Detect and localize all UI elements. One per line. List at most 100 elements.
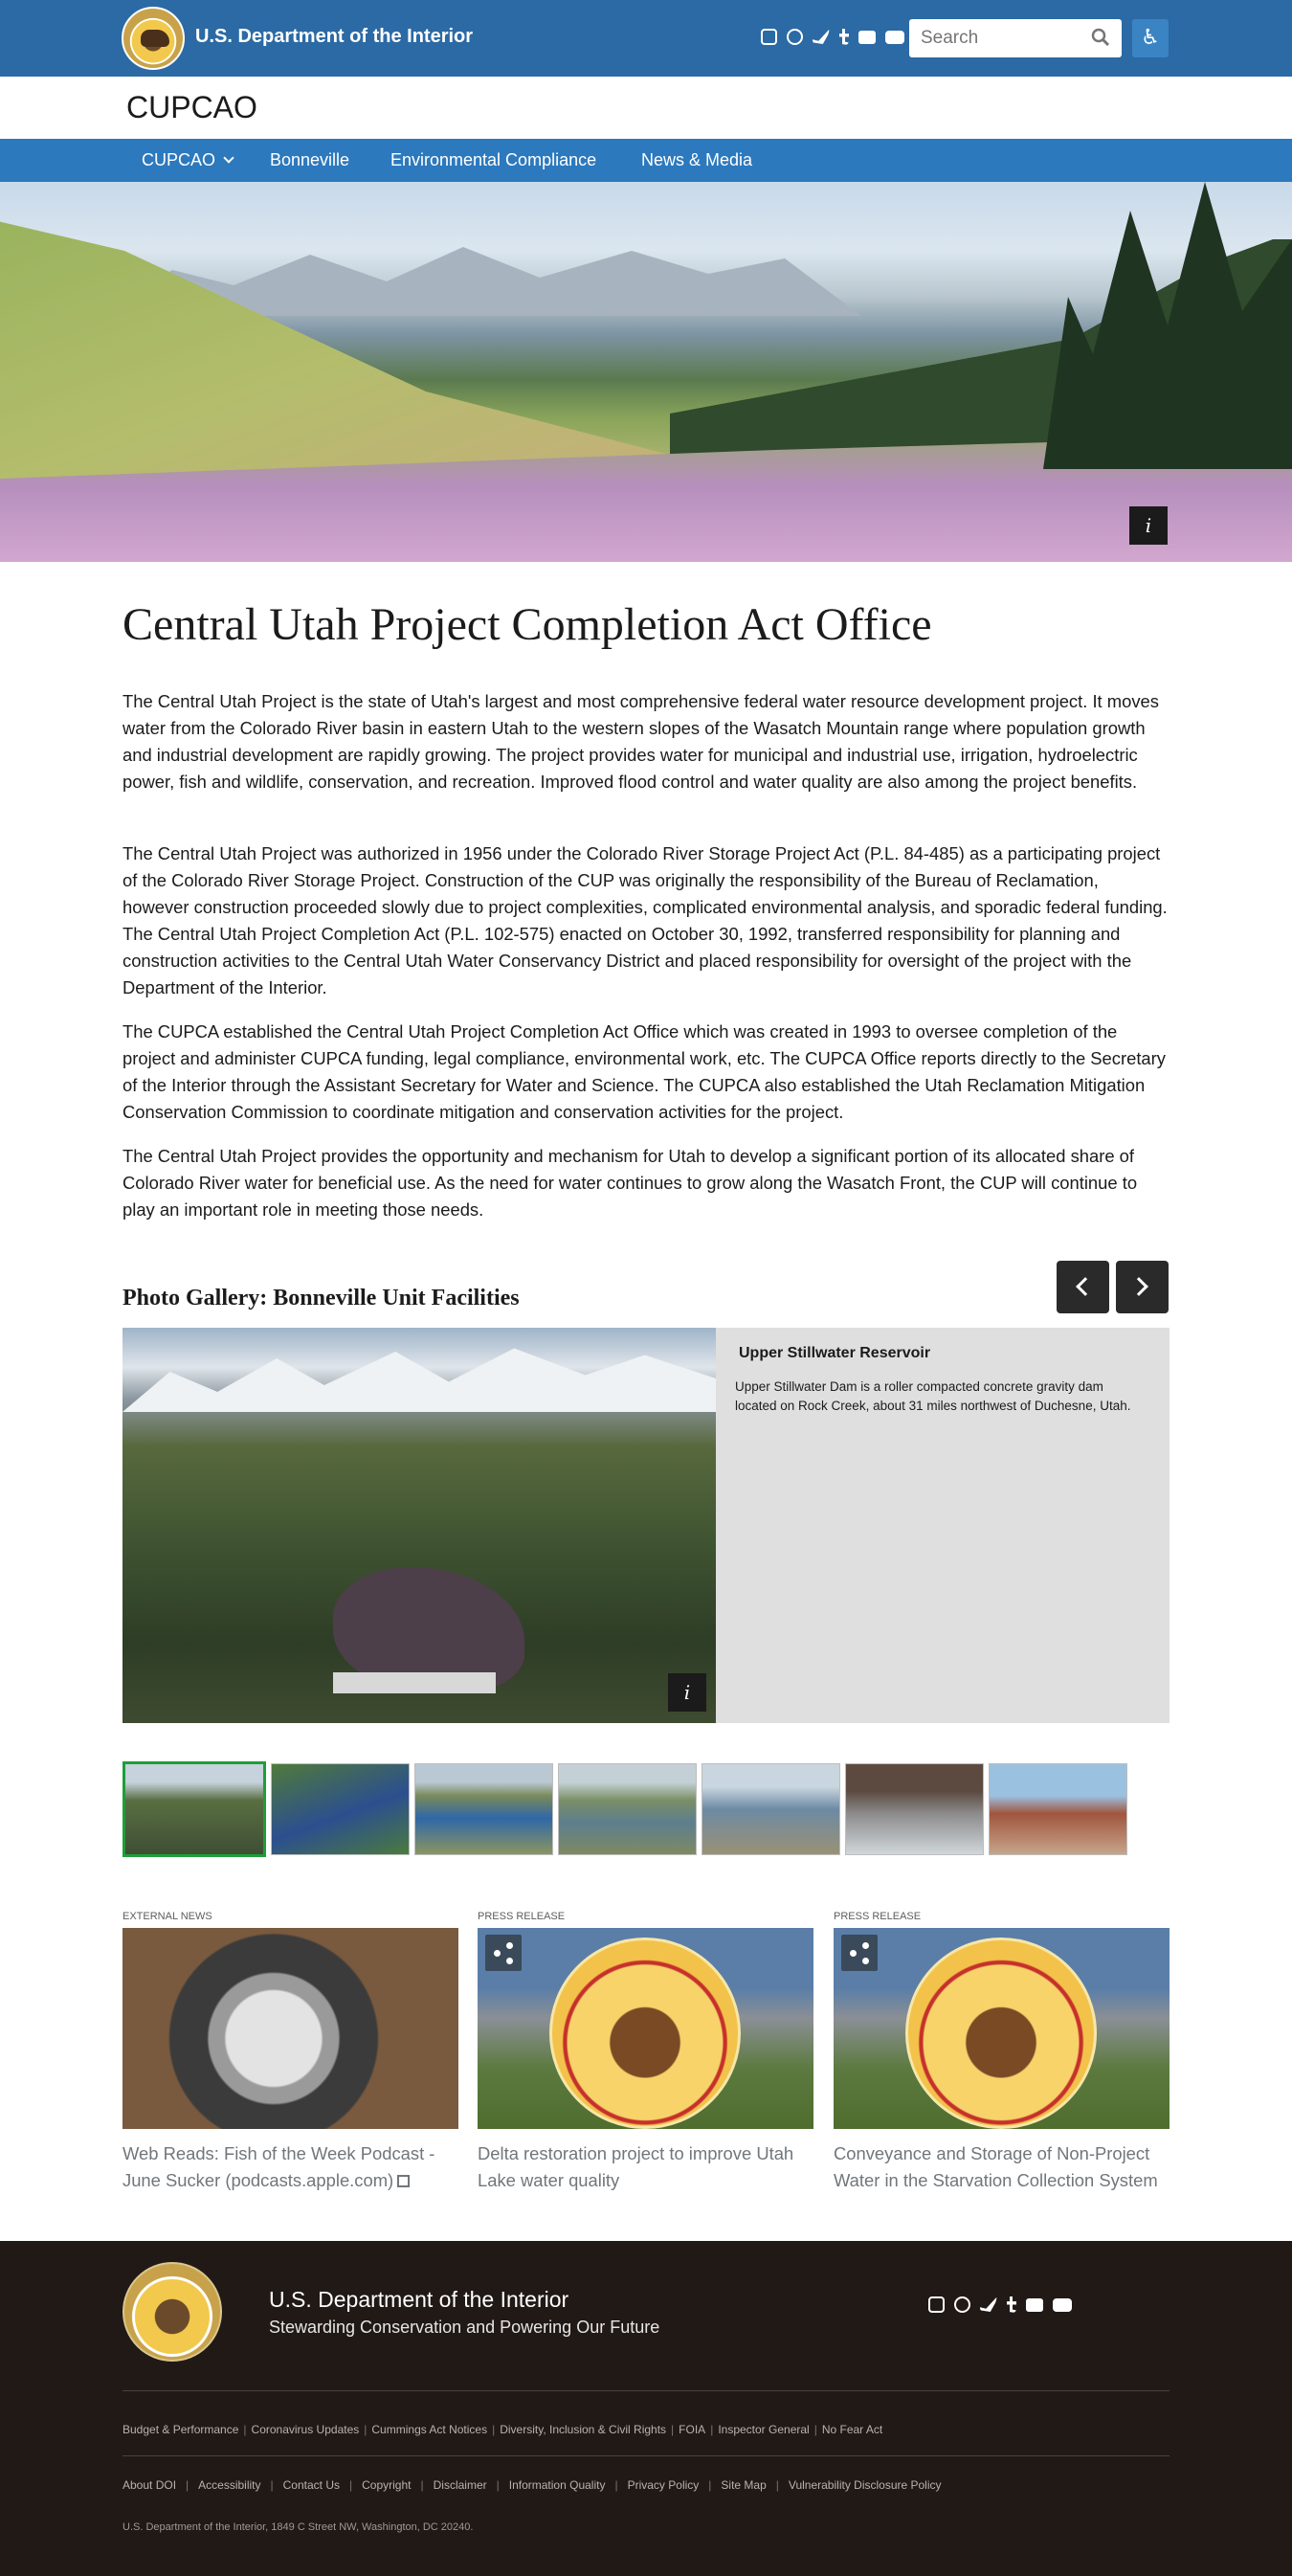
gallery-dam [333, 1672, 496, 1693]
footer-link[interactable]: Information Quality [509, 2478, 606, 2492]
news-card-title[interactable]: Conveyance and Storage of Non-Project Wa… [834, 2140, 1169, 2194]
footer-links-row-2: About DOI | Accessibility | Contact Us | Copyr… [123, 2478, 942, 2492]
doi-seal-image [549, 1938, 741, 2129]
gallery-caption-text: Upper Stillwater Dam is a roller compact… [735, 1379, 1131, 1413]
gallery-next-button[interactable] [1116, 1261, 1169, 1313]
news-card[interactable]: Press Release Conveyance and Storage of … [834, 1911, 1169, 2194]
instagram-icon[interactable] [761, 29, 777, 45]
gallery-info-button[interactable]: i [668, 1673, 706, 1712]
footer-link[interactable]: Cummings Act Notices [371, 2423, 487, 2436]
footer-link[interactable]: Vulnerability Disclosure Policy [789, 2478, 942, 2492]
gallery-thumbnail[interactable] [414, 1763, 553, 1855]
footer-link[interactable]: FOIA [679, 2423, 705, 2436]
gallery-thumbnail[interactable] [989, 1763, 1127, 1855]
footer-link[interactable]: About DOI [123, 2478, 176, 2492]
footer-link[interactable]: Copyright [362, 2478, 411, 2492]
news-card-title: Web Reads: Fish of the Week Podcast - Ju… [123, 2143, 435, 2190]
news-card-kind: Press Release [478, 1911, 566, 1922]
footer-link-separator: | [614, 2478, 618, 2492]
gallery-thumbnail[interactable] [845, 1763, 984, 1855]
site-name-link[interactable]: U.S. Department of the Interior [195, 26, 473, 48]
footer-link[interactable]: Disclaimer [434, 2478, 487, 2492]
twitter-icon[interactable] [813, 29, 830, 44]
footer-address: U.S. Department of the Interior, 1849 C … [123, 2521, 474, 2533]
footer-link-separator: | [492, 2423, 496, 2436]
footer-social-links [928, 2296, 1072, 2313]
nav-item-cupcao[interactable]: CUPCAO [142, 139, 234, 182]
share-icon [506, 1942, 513, 1949]
youtube-icon[interactable] [1053, 2298, 1072, 2312]
news-card-title[interactable]: Delta restoration project to improve Uta… [478, 2140, 813, 2194]
search-icon[interactable] [1091, 28, 1110, 47]
news-card-title-link[interactable]: Web Reads: Fish of the Week Podcast - Ju… [123, 2140, 458, 2194]
flickr-icon[interactable] [1026, 2298, 1043, 2312]
footer-link[interactable]: Coronavirus Updates [252, 2423, 360, 2436]
share-button[interactable] [841, 1935, 878, 1971]
flickr-icon[interactable] [858, 31, 876, 44]
facebook-icon[interactable] [954, 2296, 970, 2313]
external-link-icon [397, 2175, 411, 2187]
site-footer: U.S. Department of the Interior Stewardi… [0, 2241, 1292, 2576]
facebook-icon[interactable] [787, 29, 803, 45]
youtube-icon[interactable] [885, 31, 904, 44]
footer-link[interactable]: Budget & Performance [123, 2423, 238, 2436]
footer-link[interactable]: No Fear Act [822, 2423, 882, 2436]
tumblr-icon[interactable] [1007, 2296, 1016, 2313]
footer-link-separator: | [813, 2423, 817, 2436]
instagram-icon[interactable] [928, 2296, 945, 2313]
office-bar: CUPCAO [0, 77, 1292, 139]
news-card-image[interactable] [123, 1928, 458, 2129]
social-links [761, 29, 904, 45]
accessibility-button[interactable]: ♿ [1132, 19, 1169, 57]
tumblr-icon[interactable] [839, 29, 849, 45]
search-input[interactable] [909, 19, 1081, 57]
gallery-thumbnail[interactable] [558, 1763, 697, 1855]
intro-paragraph-3: The CUPCA established the Central Utah P… [123, 1021, 1166, 1122]
news-card[interactable]: Press Release Delta restoration project … [478, 1911, 813, 2194]
gallery-caption: Upper Stillwater Reservoir Upper Stillwa… [716, 1328, 1169, 1723]
footer-links-row-1: Budget & Performance | Coronavirus Updates… [123, 2423, 882, 2436]
chevron-right-icon [1129, 1277, 1148, 1296]
twitter-icon[interactable] [980, 2296, 997, 2312]
chevron-down-icon [223, 152, 234, 164]
share-icon [862, 1942, 869, 1949]
footer-link[interactable]: Site Map [721, 2478, 766, 2492]
nav-item-bonneville[interactable]: Bonneville [270, 139, 349, 182]
gallery-prev-button[interactable] [1057, 1261, 1109, 1313]
footer-link-separator: | [775, 2478, 779, 2492]
footer-link-separator: | [420, 2478, 424, 2492]
footer-link[interactable]: Inspector General [718, 2423, 809, 2436]
gallery-thumbnail[interactable] [702, 1763, 840, 1855]
footer-link[interactable]: Diversity, Inclusion & Civil Rights [500, 2423, 666, 2436]
footer-link[interactable]: Contact Us [283, 2478, 340, 2492]
hero-info-button[interactable]: i [1129, 506, 1168, 545]
intro-paragraph-4: The Central Utah Project provides the op… [123, 1146, 1138, 1220]
main-nav: CUPCAO Bonneville Environmental Complian… [0, 139, 1292, 182]
intro-paragraph-1: The Central Utah Project is the state of… [123, 691, 1159, 792]
footer-link[interactable]: Accessibility [198, 2478, 260, 2492]
footer-doi-seal-logo[interactable] [123, 2262, 222, 2362]
footer-link[interactable]: Privacy Policy [628, 2478, 700, 2492]
news-card[interactable]: External News Web Reads: Fish of the Wee… [123, 1911, 458, 2194]
bison-icon [141, 30, 169, 47]
search-form [909, 19, 1122, 57]
gallery-thumbnails [123, 1761, 1127, 1857]
share-icon-dot [506, 1958, 513, 1964]
office-name-link[interactable]: CUPCAO [126, 90, 257, 125]
footer-link-separator: | [364, 2423, 368, 2436]
news-card-kind: External News [123, 1911, 212, 1922]
share-button[interactable] [485, 1935, 522, 1971]
site-header: U.S. Department of the Interior ♿ [0, 0, 1292, 77]
gallery-thumbnail[interactable] [123, 1761, 266, 1857]
news-card-image[interactable] [478, 1928, 813, 2129]
gallery-snow-peaks [123, 1348, 716, 1412]
news-card-kind: Press Release [834, 1911, 922, 1922]
nav-item-label: Environmental Compliance [390, 150, 597, 169]
gallery-main-image: i [123, 1328, 716, 1723]
news-card-image[interactable] [834, 1928, 1169, 2129]
doi-seal-logo[interactable] [122, 7, 185, 70]
nav-item-environmental-compliance[interactable]: Environmental Compliance [390, 139, 596, 182]
footer-link-separator: | [710, 2423, 714, 2436]
gallery-thumbnail[interactable] [271, 1763, 410, 1855]
nav-item-news-media[interactable]: News & Media [641, 139, 752, 182]
